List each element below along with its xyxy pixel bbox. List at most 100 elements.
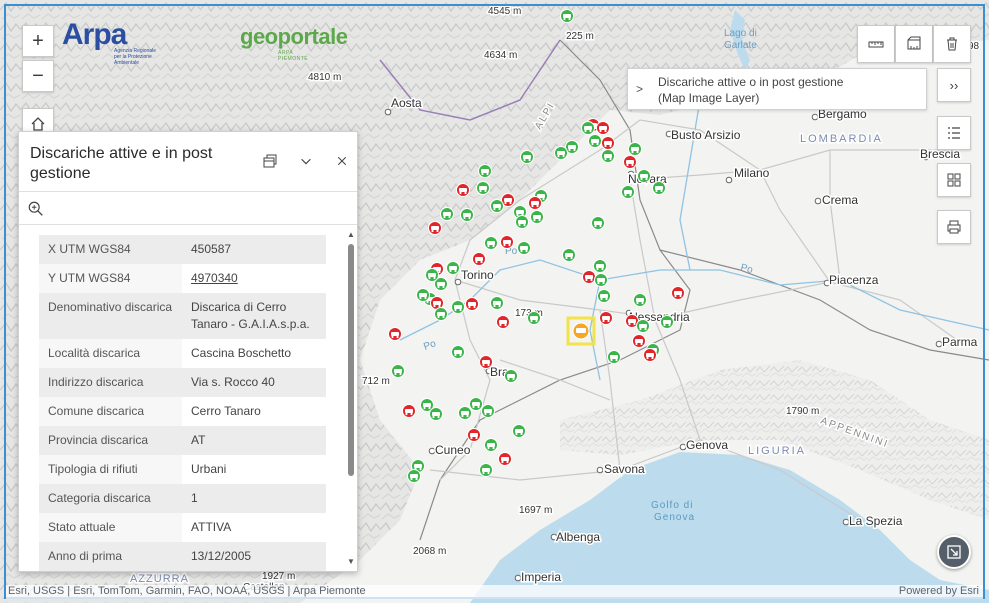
active-landfill-marker[interactable] (446, 261, 460, 275)
active-landfill-marker[interactable] (434, 307, 448, 321)
active-landfill-marker[interactable] (636, 319, 650, 333)
active-landfill-marker[interactable] (391, 364, 405, 378)
active-landfill-marker[interactable] (517, 241, 531, 255)
active-landfill-marker[interactable] (451, 300, 465, 314)
attribute-value-link[interactable]: 4970340 (191, 271, 238, 285)
print-button[interactable] (937, 210, 971, 244)
active-landfill-marker[interactable] (490, 296, 504, 310)
post-management-landfill-marker[interactable] (496, 315, 510, 329)
trash-icon (947, 37, 957, 51)
active-landfill-marker[interactable] (512, 424, 526, 438)
post-management-landfill-marker[interactable] (467, 428, 481, 442)
active-landfill-marker[interactable] (588, 134, 602, 148)
active-landfill-marker[interactable] (593, 259, 607, 273)
layer-list-panel[interactable]: > Discariche attive o in post gestione (… (627, 68, 927, 110)
chevron-right-icon[interactable]: > (636, 82, 643, 96)
active-landfill-marker[interactable] (530, 210, 544, 224)
post-management-landfill-marker[interactable] (601, 136, 615, 150)
post-management-landfill-marker[interactable] (456, 183, 470, 197)
active-landfill-marker[interactable] (633, 293, 647, 307)
post-management-landfill-marker[interactable] (498, 452, 512, 466)
active-landfill-marker[interactable] (591, 216, 605, 230)
active-landfill-marker[interactable] (554, 146, 568, 160)
active-landfill-marker[interactable] (607, 350, 621, 364)
active-landfill-marker[interactable] (425, 268, 439, 282)
divider (19, 224, 357, 225)
active-landfill-marker[interactable] (429, 407, 443, 421)
active-landfill-marker[interactable] (490, 199, 504, 213)
active-landfill-marker[interactable] (458, 406, 472, 420)
powered-by[interactable]: Powered by Esri (899, 585, 979, 597)
post-management-landfill-marker[interactable] (479, 355, 493, 369)
city-label: Cuneo (435, 443, 471, 457)
active-landfill-marker[interactable] (527, 311, 541, 325)
close-icon[interactable] (333, 152, 351, 170)
city-dot (842, 518, 850, 526)
active-landfill-marker[interactable] (594, 273, 608, 287)
active-landfill-marker[interactable] (451, 345, 465, 359)
dock-icon[interactable] (261, 152, 279, 170)
post-management-landfill-marker[interactable] (500, 235, 514, 249)
post-management-landfill-marker[interactable] (671, 286, 685, 300)
measure-area-button[interactable] (895, 25, 933, 63)
scrollbar[interactable]: ▲ ▼ (346, 230, 356, 566)
post-management-landfill-marker[interactable] (388, 327, 402, 341)
post-management-landfill-marker[interactable] (582, 270, 596, 284)
active-landfill-marker[interactable] (478, 164, 492, 178)
post-management-landfill-marker[interactable] (599, 311, 613, 325)
scroll-down-icon[interactable]: ▼ (347, 557, 355, 566)
scrollbar-thumb[interactable] (348, 244, 354, 476)
attribute-table-container[interactable]: X UTM WGS84 450587 Y UTM WGS84 4970340 Den… (39, 235, 326, 571)
zoom-to-icon[interactable] (27, 200, 47, 220)
post-management-landfill-marker[interactable] (643, 348, 657, 362)
post-management-landfill-marker[interactable] (632, 334, 646, 348)
active-landfill-marker[interactable] (504, 369, 518, 383)
post-management-landfill-marker[interactable] (402, 404, 416, 418)
zoom-out-button[interactable]: − (22, 60, 54, 92)
active-landfill-marker[interactable] (621, 185, 635, 199)
active-landfill-marker[interactable] (660, 315, 674, 329)
active-landfill-marker[interactable] (515, 215, 529, 229)
post-management-landfill-marker[interactable] (623, 155, 637, 169)
measure-distance-button[interactable] (857, 25, 895, 63)
active-landfill-marker[interactable] (581, 121, 595, 135)
active-landfill-marker[interactable] (460, 208, 474, 222)
active-landfill-marker[interactable] (520, 150, 534, 164)
active-landfill-marker[interactable] (637, 169, 651, 183)
area-ruler-icon (907, 36, 921, 50)
scroll-up-icon[interactable]: ▲ (347, 230, 355, 239)
region-label: LOMBARDIA (800, 133, 883, 145)
post-management-landfill-marker[interactable] (465, 297, 479, 311)
clear-measure-button[interactable] (933, 25, 971, 63)
active-landfill-marker[interactable] (560, 9, 574, 23)
active-landfill-marker[interactable] (484, 438, 498, 452)
active-landfill-marker[interactable] (628, 142, 642, 156)
active-landfill-marker[interactable] (601, 149, 615, 163)
post-management-landfill-marker[interactable] (596, 121, 610, 135)
attribution-text[interactable]: Esri, USGS | Esri, TomTom, Garmin, FAO, … (8, 585, 366, 597)
active-landfill-marker[interactable] (481, 404, 495, 418)
active-landfill-marker[interactable] (652, 181, 666, 195)
layer-list-button[interactable] (937, 116, 971, 150)
basemap-gallery-button[interactable] (937, 163, 971, 197)
active-landfill-marker[interactable] (562, 248, 576, 262)
active-landfill-marker[interactable] (479, 463, 493, 477)
post-management-landfill-marker[interactable] (428, 221, 442, 235)
active-landfill-marker[interactable] (416, 288, 430, 302)
attribute-label: X UTM WGS84 (39, 235, 182, 264)
active-landfill-marker[interactable] (407, 469, 421, 483)
active-landfill-marker[interactable] (440, 207, 454, 221)
overview-map-button[interactable] (937, 535, 971, 569)
expand-panel-button[interactable]: ›› (937, 68, 971, 102)
active-landfill-marker[interactable] (597, 289, 611, 303)
chevron-down-icon[interactable] (297, 152, 315, 170)
post-management-landfill-marker[interactable] (472, 252, 486, 266)
active-landfill-marker[interactable] (476, 181, 490, 195)
zoom-in-button[interactable]: + (22, 25, 54, 57)
active-landfill-marker[interactable] (469, 397, 483, 411)
expand-arrow-icon (947, 545, 961, 559)
table-row: Tipologia di rifiuti Urbani (39, 455, 326, 484)
active-landfill-marker[interactable] (484, 236, 498, 250)
post-management-landfill-marker[interactable] (528, 196, 542, 210)
popup-controls (261, 152, 351, 170)
